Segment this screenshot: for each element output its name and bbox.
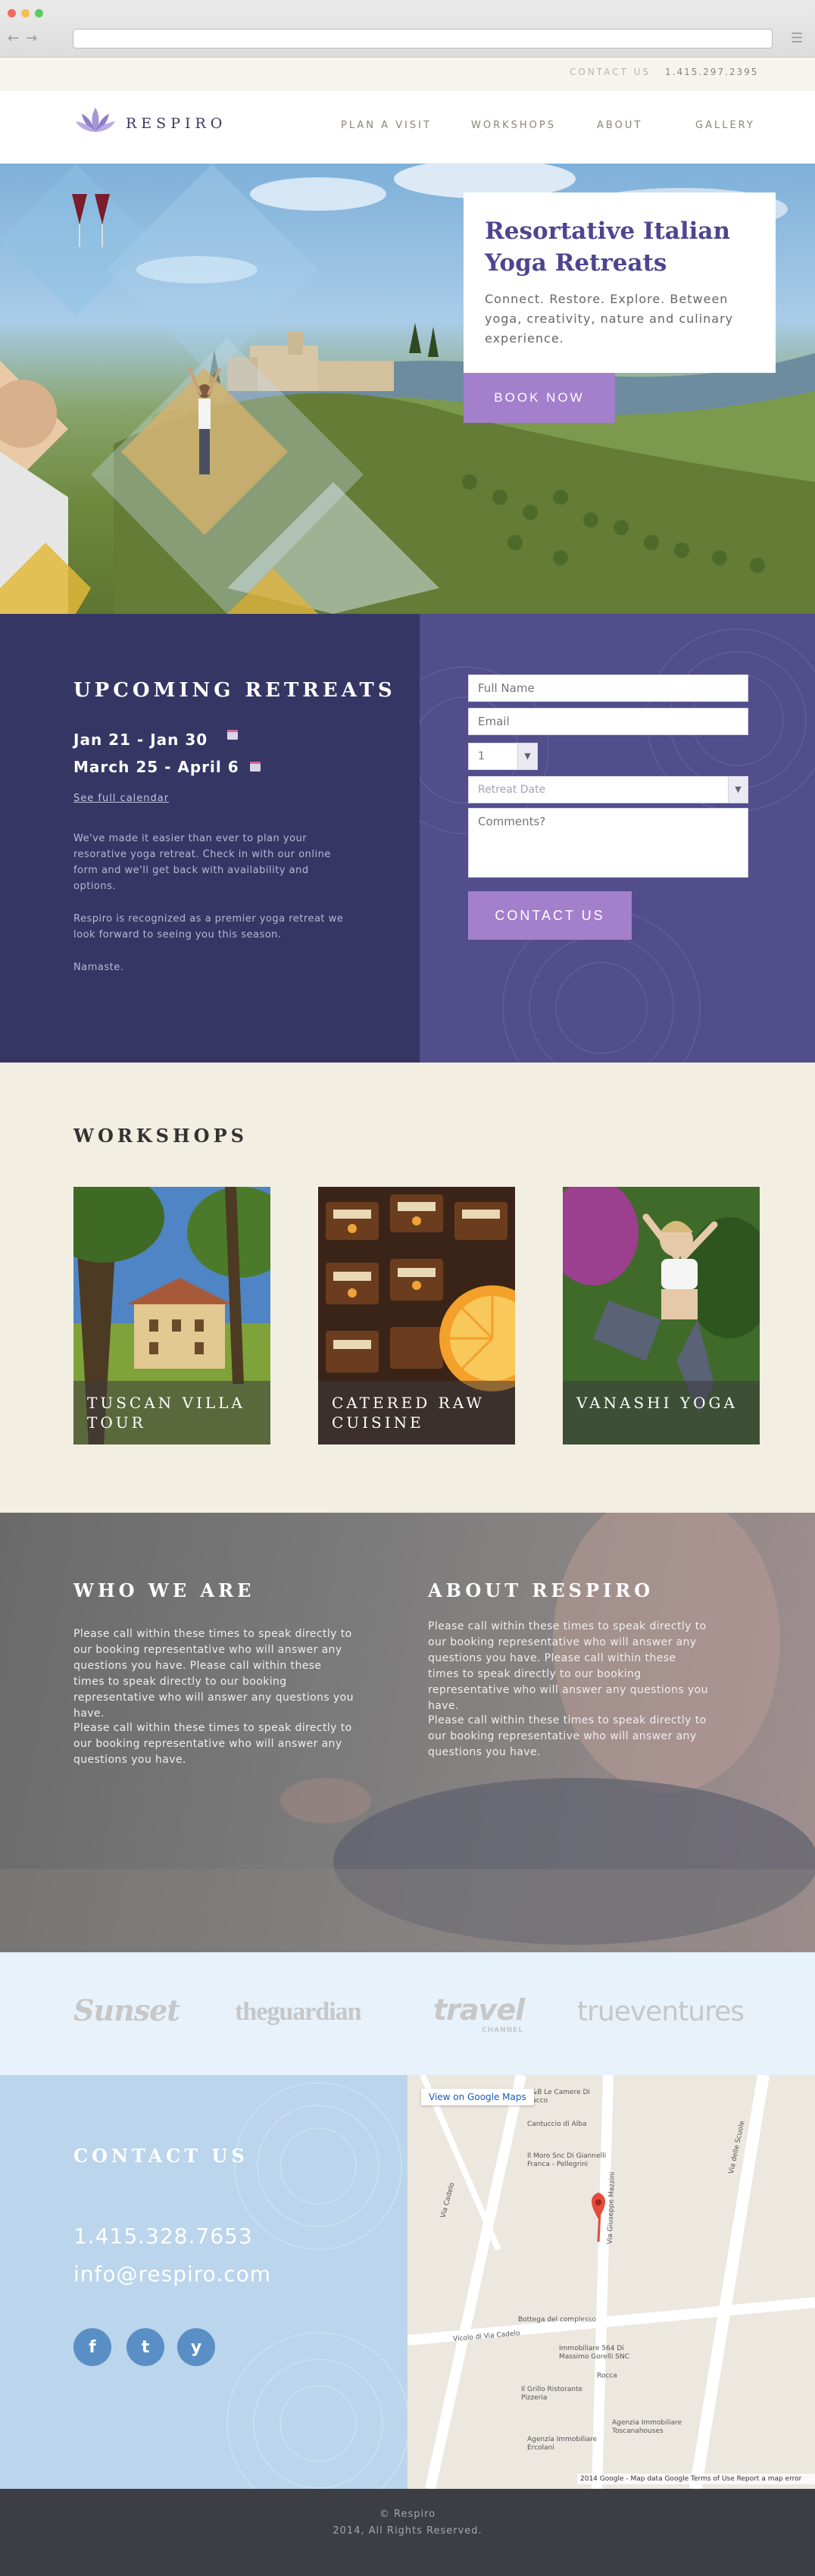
retreats-intro-text: We've made it easier than ever to plan y…	[73, 833, 331, 892]
full-calendar-link[interactable]: See full calendar	[73, 793, 169, 804]
contact-email[interactable]: info@respiro.com	[73, 2261, 271, 2286]
nav-about[interactable]: ABOUT	[597, 120, 642, 131]
retreat-date-2: March 25 - April 6	[73, 758, 239, 776]
hero-title: Resortative Italian Yoga Retreats	[485, 218, 731, 277]
comments-field[interactable]	[468, 808, 748, 878]
map-label: Agenzia Immobiliare Ercolani	[527, 2436, 598, 2452]
nav-plan-a-visit[interactable]: PLAN A VISIT	[341, 120, 432, 131]
map-credit[interactable]: 2014 Google - Map data Google Terms of U…	[577, 2474, 815, 2484]
contact-us-button[interactable]: CONTACT US	[468, 891, 632, 940]
map-label: Rocca	[597, 2372, 617, 2380]
footer-copyright: © Respiro	[379, 2509, 436, 2520]
map-label: Il Grillo Ristorante Pizzeria	[521, 2386, 583, 2402]
yelp-icon[interactable]: y	[177, 2328, 215, 2366]
twitter-icon[interactable]: t	[126, 2328, 164, 2366]
workshop-label: VANASHI YOGA	[563, 1381, 760, 1445]
true-ventures-logo: trueventures	[577, 1996, 745, 2027]
full-name-field[interactable]	[468, 675, 748, 702]
map-label: Agenzia Immobiliare Toscanahouses	[612, 2419, 682, 2435]
workshop-label: CATERED RAW CUISINE	[318, 1381, 515, 1445]
who-we-are-text: Please call within these times to speak …	[73, 1628, 354, 1720]
workshop-card-vanashi-yoga[interactable]: VANASHI YOGA	[563, 1187, 760, 1445]
close-window-icon[interactable]	[8, 9, 16, 17]
logo-text[interactable]: RESPIRO	[126, 115, 226, 132]
travel-channel-logo-subtext: CHANNEL	[482, 2027, 524, 2034]
facebook-icon[interactable]: f	[73, 2328, 111, 2366]
retreat-date-1: Jan 21 - Jan 30	[73, 731, 208, 749]
retreats-title: UPCOMING RETREATS	[73, 679, 396, 702]
back-arrow-icon[interactable]: ←	[8, 30, 19, 46]
map-roads	[408, 2075, 815, 2489]
calendar-icon[interactable]	[250, 762, 261, 772]
browser-menu-icon[interactable]: ☰	[791, 30, 803, 46]
nav-gallery[interactable]: GALLERY	[695, 120, 755, 131]
footer-rights: 2014, All Rights Reserved.	[333, 2525, 482, 2537]
retreat-date-select[interactable]: Retreat Date ▼	[468, 776, 748, 803]
guardian-logo: theguardian	[235, 1998, 362, 2026]
about-respiro-title: ABOUT RESPIRO	[428, 1579, 654, 1601]
guests-select[interactable]: 1 ▼	[468, 743, 538, 770]
book-now-button[interactable]: BOOK NOW	[464, 373, 615, 423]
guests-select-value: 1	[478, 750, 485, 762]
workshop-card-raw-cuisine[interactable]: CATERED RAW CUISINE	[318, 1187, 515, 1445]
minimize-window-icon[interactable]	[21, 9, 30, 17]
workshops-title: WORKSHOPS	[73, 1125, 248, 1147]
sunset-logo: Sunset	[73, 1993, 180, 2027]
address-bar[interactable]	[73, 29, 773, 49]
contact-title: CONTACT US	[73, 2145, 248, 2167]
lotus-logo-icon[interactable]	[74, 105, 117, 138]
map-label: Il Moro Snc Di Giannelli Franca - Pelleg…	[527, 2152, 607, 2168]
retreat-date-placeholder: Retreat Date	[478, 784, 546, 796]
forward-arrow-icon[interactable]: →	[26, 30, 37, 46]
workshop-card-tuscan-villa[interactable]: TUSCAN VILLA TOUR	[73, 1187, 270, 1445]
map-label: Bottega del complesso	[518, 2316, 596, 2324]
who-we-are-title: WHO WE ARE	[73, 1579, 255, 1601]
chevron-down-icon: ▼	[517, 743, 537, 769]
hero-subtitle: Connect. Restore. Explore. Between yoga,…	[485, 292, 734, 346]
map-label: Immobiliare 564 Di Massimo Gorelli SNC	[559, 2345, 629, 2361]
about-respiro-text-2: Please call within these times to speak …	[428, 1714, 707, 1758]
calendar-icon[interactable]	[227, 730, 238, 740]
chevron-down-icon: ▼	[728, 777, 748, 803]
map-embed[interactable]: B&B Le Camere Di Bacco Cantuccio di Alba…	[408, 2075, 815, 2489]
workshop-label: TUSCAN VILLA TOUR	[73, 1381, 270, 1445]
maximize-window-icon[interactable]	[35, 9, 43, 17]
top-contact-link[interactable]: CONTACT US	[570, 67, 651, 77]
email-field[interactable]	[468, 708, 748, 735]
retreats-recognition-text: Respiro is recognized as a premier yoga …	[73, 913, 344, 941]
retreats-signoff-text: Namaste.	[73, 962, 124, 973]
map-label: B&B Le Camere Di Bacco	[527, 2089, 590, 2105]
view-on-google-maps-link[interactable]: View on Google Maps	[421, 2089, 534, 2105]
top-phone[interactable]: 1.415.297.2395	[665, 67, 758, 77]
contact-phone[interactable]: 1.415.328.7653	[73, 2224, 253, 2249]
nav-workshops[interactable]: WORKSHOPS	[471, 120, 556, 131]
who-we-are-text-2: Please call within these times to speak …	[73, 1722, 352, 1766]
travel-channel-logo: travel	[433, 1993, 525, 2027]
about-respiro-text: Please call within these times to speak …	[428, 1620, 708, 1712]
map-label: Cantuccio di Alba	[527, 2121, 587, 2128]
